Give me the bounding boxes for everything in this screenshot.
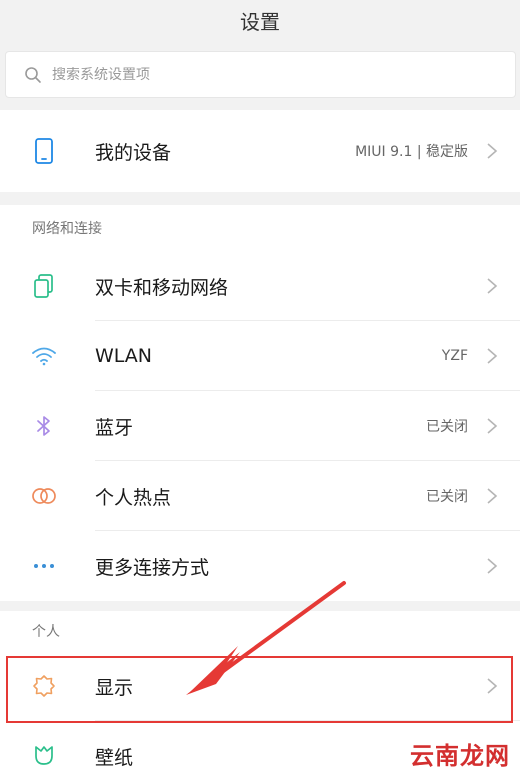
page-title: 设置 <box>240 9 280 34</box>
header: 设置 <box>0 0 520 40</box>
dual-sim-row[interactable]: 双卡和移动网络 <box>0 251 520 321</box>
chevron-right-icon <box>487 278 498 294</box>
chevron-right-icon <box>487 488 498 504</box>
hotspot-row[interactable]: 个人热点 已关闭 <box>0 461 520 531</box>
sun-icon <box>30 672 58 700</box>
phone-icon <box>30 137 58 165</box>
hotspot-icon <box>30 482 58 510</box>
bluetooth-icon <box>30 412 58 440</box>
display-row[interactable]: 显示 <box>0 651 520 721</box>
bluetooth-label: 蓝牙 <box>95 416 134 439</box>
wlan-value: YZF <box>441 348 468 364</box>
wallpaper-label: 壁纸 <box>95 746 134 769</box>
my-device-row[interactable]: 我的设备 MIUI 9.1 | 稳定版 <box>0 110 520 192</box>
bluetooth-value: 已关闭 <box>426 419 468 435</box>
tulip-icon <box>30 742 58 770</box>
dual-sim-icon <box>30 272 58 300</box>
my-device-label: 我的设备 <box>95 141 172 164</box>
chevron-right-icon <box>487 143 498 159</box>
bluetooth-row[interactable]: 蓝牙 已关闭 <box>0 391 520 461</box>
wlan-row[interactable]: WLAN YZF <box>0 321 520 391</box>
miui-version: MIUI 9.1 | 稳定版 <box>355 144 468 160</box>
more-connections-label: 更多连接方式 <box>95 556 210 579</box>
chevron-right-icon <box>487 348 498 364</box>
wifi-icon <box>30 342 58 370</box>
dual-sim-label: 双卡和移动网络 <box>95 276 229 299</box>
wlan-label: WLAN <box>95 345 153 367</box>
section-header-network: 网络和连接 <box>32 221 102 237</box>
more-dots-icon <box>30 552 58 580</box>
display-label: 显示 <box>95 676 134 699</box>
chevron-right-icon <box>487 418 498 434</box>
section-network: 网络和连接 双卡和移动网络 WLAN YZF 蓝牙 已关闭 个人热点 已关闭 更… <box>0 205 520 601</box>
watermark: 云南龙网 <box>410 742 510 770</box>
more-connections-row[interactable]: 更多连接方式 <box>0 531 520 601</box>
search-bar[interactable] <box>5 51 516 98</box>
search-input[interactable] <box>52 66 472 83</box>
section-header-personal: 个人 <box>32 624 60 640</box>
hotspot-value: 已关闭 <box>426 489 468 505</box>
chevron-right-icon <box>487 678 498 694</box>
device-card: 我的设备 MIUI 9.1 | 稳定版 <box>0 110 520 192</box>
hotspot-label: 个人热点 <box>95 486 172 509</box>
search-icon <box>25 66 41 83</box>
chevron-right-icon <box>487 558 498 574</box>
